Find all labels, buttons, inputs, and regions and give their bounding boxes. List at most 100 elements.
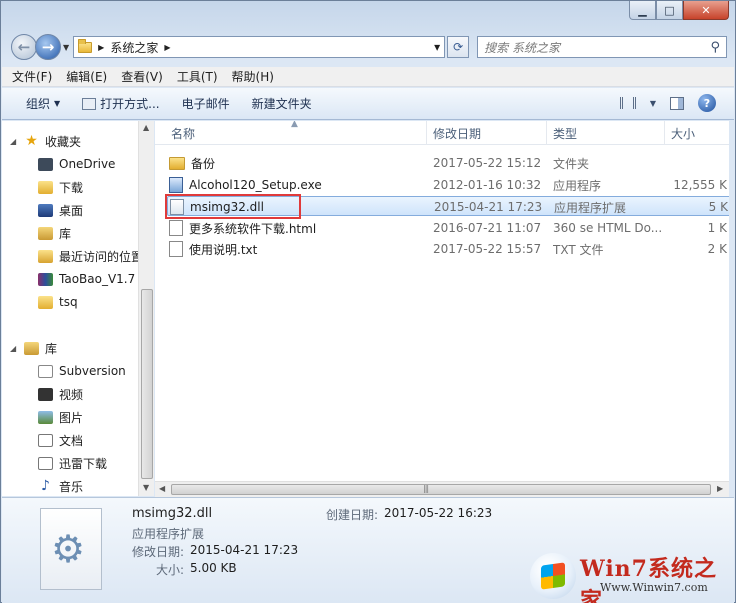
menu-file[interactable]: 文件(F) [12,68,52,85]
nav-item-pictures[interactable]: 图片 [38,407,83,427]
close-button[interactable]: ✕ [683,1,729,20]
address-dropdown-icon[interactable]: ▾ [434,40,440,54]
nav-item-documents[interactable]: 文档 [38,430,83,450]
address-bar[interactable]: ▶ 系统之家 ▶ ▾ [73,36,446,58]
file-date: 2015-04-21 17:23 [434,200,543,214]
menu-help[interactable]: 帮助(H) [232,68,274,85]
library-icon [38,226,53,240]
minimize-button[interactable]: ▁ [629,1,656,20]
menu-view[interactable]: 查看(V) [121,68,163,85]
nav-item-label: TaoBao_V1.7 [59,272,136,286]
table-row[interactable]: Alcohol120_Setup.exe 2012-01-16 10:32 应用… [169,175,729,195]
nav-pane-scrollbar[interactable]: ▲ ▼ [138,121,154,496]
music-icon: ♪ [41,478,50,494]
details-size-label: 大小: [156,563,185,577]
nav-item-downloads[interactable]: 下载 [38,177,83,197]
collapse-icon[interactable]: ◢ [10,137,18,146]
arrow-right-icon: → [41,38,55,56]
nav-item-music[interactable]: ♪ 音乐 [38,476,83,496]
scroll-right-icon[interactable]: ▶ [717,484,723,493]
back-button[interactable]: ← [11,34,37,60]
nav-item-label: 库 [59,226,72,241]
table-row[interactable]: 使用说明.txt 2017-05-22 15:57 TXT 文件 2 K [169,239,729,259]
column-header-row: ▲ 名称 修改日期 类型 大小 [155,121,729,145]
table-row[interactable]: 备份 2017-05-22 15:12 文件夹 [169,153,729,173]
folder-icon [38,295,53,309]
file-name: Alcohol120_Setup.exe [189,178,322,192]
refresh-icon: ⟳ [453,40,464,54]
arrow-left-icon: ← [17,38,31,56]
recent-places-icon [38,249,53,263]
organize-button[interactable]: 组织 ▼ [26,95,60,112]
column-date[interactable]: 修改日期 [427,121,547,145]
help-button[interactable]: ? [698,94,716,112]
nav-item-onedrive[interactable]: OneDrive [38,154,115,174]
maximize-button[interactable]: □ [656,1,683,20]
file-type: 文件夹 [553,156,590,171]
file-date: 2012-01-16 10:32 [433,178,542,192]
nav-item-recent[interactable]: 最近访问的位置 [38,246,138,266]
collapse-icon[interactable]: ◢ [10,344,18,353]
explorer-window: ▁ □ ✕ ← → ▼ ▶ 系统之家 ▶ ▾ ⟳ 搜索 系统之家 ⚲ 文件(F)… [0,0,736,603]
file-name: 备份 [191,156,216,171]
forward-button[interactable]: → [35,34,61,60]
nav-item-subversion[interactable]: Subversion [38,361,126,381]
nav-item-videos[interactable]: 视频 [38,384,83,404]
nav-item-taobao[interactable]: TaoBao_V1.7 [38,269,135,289]
menu-bar: 文件(F) 编辑(E) 查看(V) 工具(T) 帮助(H) [2,67,734,87]
scrollbar-thumb[interactable] [141,289,153,479]
search-icon[interactable]: ⚲ [710,40,720,55]
scroll-up-icon[interactable]: ▲ [143,123,149,132]
nav-favorites[interactable]: ◢ ★ 收藏夹 [10,131,81,151]
email-button[interactable]: 电子邮件 [182,95,230,112]
nav-item-thunder[interactable]: 迅雷下载 [38,453,107,473]
chevron-down-icon: ▼ [54,99,61,108]
details-created-label: 创建日期: [326,508,379,522]
table-row-selected[interactable]: msimg32.dll 2015-04-21 17:23 应用程序扩展 5 K [167,196,729,216]
nav-item-desktop[interactable]: 桌面 [38,200,83,220]
scrollbar-thumb[interactable] [171,484,711,495]
chevron-right-icon[interactable]: ▶ [98,43,104,52]
change-view-icon[interactable] [619,97,636,109]
watermark-title: Win7系统之家 [580,556,717,603]
column-size[interactable]: 大小 [665,121,729,145]
archive-icon [38,272,53,286]
menu-tools[interactable]: 工具(T) [177,68,218,85]
column-name[interactable]: 名称 [165,121,427,145]
chevron-right-icon[interactable]: ▶ [164,43,170,52]
column-type-label: 类型 [553,126,578,141]
details-created-value: 2017-05-22 16:23 [384,506,493,520]
nav-libraries[interactable]: ◢ 库 [10,338,57,358]
column-type[interactable]: 类型 [547,121,665,145]
file-name: msimg32.dll [190,200,264,214]
breadcrumb-item[interactable]: 系统之家 [110,39,158,56]
table-row[interactable]: 更多系统软件下载.html 2016-07-21 11:07 360 se HT… [169,218,729,238]
new-folder-button[interactable]: 新建文件夹 [252,95,312,112]
nav-item-tsq[interactable]: tsq [38,292,78,312]
preview-pane-icon[interactable] [670,96,684,110]
star-icon: ★ [25,133,38,149]
file-list-horizontal-scrollbar[interactable]: ◀ ||| ▶ [155,481,729,497]
open-with-button[interactable]: 打开方式... [82,95,160,112]
command-bar-right: ▼ ? [619,94,716,112]
refresh-button[interactable]: ⟳ [447,36,470,58]
txt-icon [169,241,183,257]
nav-item-label: OneDrive [59,157,116,171]
nav-item-label: 桌面 [59,203,84,218]
nav-item-library[interactable]: 库 [38,223,71,243]
picture-icon [38,410,53,424]
details-filename: msimg32.dll [132,506,213,521]
caption-buttons: ▁ □ ✕ [629,1,729,21]
nav-item-label: 图片 [59,410,84,425]
details-modified-value: 2015-04-21 17:23 [190,543,299,557]
folder-icon [78,38,93,53]
menu-edit[interactable]: 编辑(E) [66,68,107,85]
file-name: 更多系统软件下载.html [189,221,317,236]
scroll-left-icon[interactable]: ◀ [159,484,165,493]
search-input[interactable]: 搜索 系统之家 ⚲ [477,36,727,58]
column-name-label: 名称 [171,126,196,141]
view-dropdown-icon[interactable]: ▼ [650,99,656,108]
dll-file-icon [40,508,102,590]
recent-pages-dropdown[interactable]: ▼ [63,43,69,52]
scroll-down-icon[interactable]: ▼ [143,483,149,492]
